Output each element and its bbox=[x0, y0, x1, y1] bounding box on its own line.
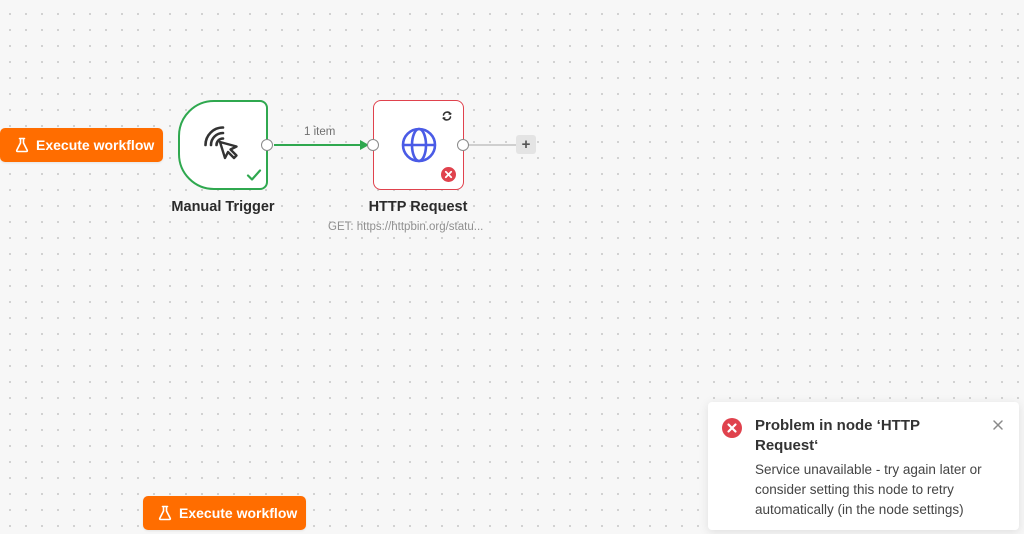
http-output-handle[interactable] bbox=[457, 139, 469, 151]
execute-workflow-button-bottom[interactable]: Execute workflow bbox=[143, 496, 306, 530]
execute-workflow-label: Execute workflow bbox=[179, 505, 298, 521]
manual-trigger-node[interactable] bbox=[178, 100, 268, 190]
flask-icon bbox=[15, 137, 29, 153]
pointer-click-icon bbox=[203, 125, 243, 165]
trigger-output-handle[interactable] bbox=[261, 139, 273, 151]
http-input-handle[interactable] bbox=[367, 139, 379, 151]
manual-trigger-label: Manual Trigger bbox=[171, 199, 275, 215]
close-icon[interactable] bbox=[991, 418, 1005, 432]
error-badge-icon bbox=[441, 167, 456, 182]
http-request-subtitle: GET: https://httpbin.org/statu... bbox=[328, 221, 484, 233]
http-request-node[interactable] bbox=[373, 100, 464, 190]
flask-icon bbox=[158, 505, 172, 521]
add-node-button[interactable]: + bbox=[516, 135, 536, 154]
success-check-icon bbox=[246, 168, 262, 182]
toast-message: Service unavailable - try again later or… bbox=[755, 462, 982, 517]
connection-item-count: 1 item bbox=[304, 126, 336, 138]
retry-icon bbox=[441, 110, 453, 122]
error-toast: Problem in node ‘HTTP Request‘ Service u… bbox=[708, 402, 1019, 530]
execute-workflow-button[interactable]: Execute workflow bbox=[0, 128, 163, 162]
error-circle-icon bbox=[721, 417, 743, 439]
toast-title: Problem in node ‘HTTP Request‘ bbox=[755, 417, 920, 454]
execute-workflow-label: Execute workflow bbox=[36, 137, 155, 153]
http-request-label: HTTP Request bbox=[368, 199, 468, 215]
globe-icon bbox=[400, 126, 438, 164]
